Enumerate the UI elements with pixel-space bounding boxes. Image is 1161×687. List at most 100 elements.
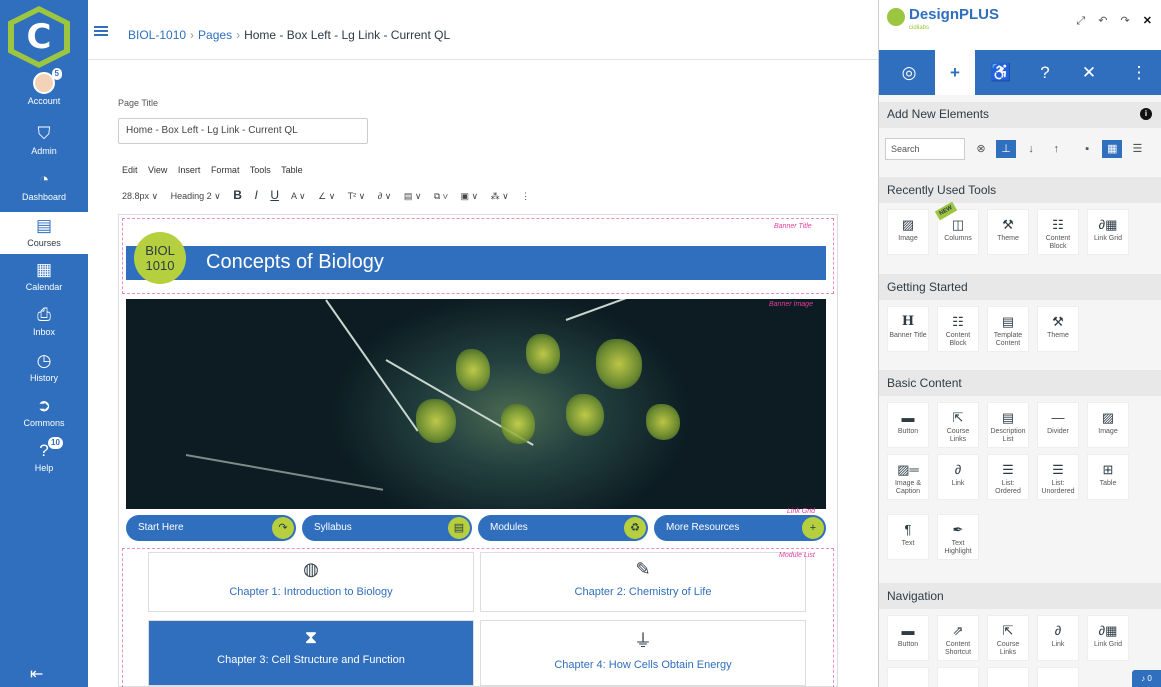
underline-button[interactable]: U — [270, 188, 279, 202]
menu-view[interactable]: View — [148, 165, 167, 175]
module-card[interactable]: ⏚ Chapter 4: How Cells Obtain Energy — [480, 620, 806, 686]
menu-insert[interactable]: Insert — [178, 165, 201, 175]
clear-search-icon[interactable]: ⊗ — [971, 140, 991, 158]
tool-divider[interactable]: — Divider — [1037, 402, 1079, 448]
menu-edit[interactable]: Edit — [122, 165, 138, 175]
tool-partial[interactable] — [1037, 667, 1079, 687]
tool-label: Image — [1098, 428, 1118, 435]
tool-partial[interactable] — [987, 667, 1029, 687]
menu-table[interactable]: Table — [281, 165, 303, 175]
text-color-button[interactable]: A ∨ — [291, 191, 306, 201]
tool-partial[interactable] — [887, 667, 929, 687]
tab-add-elements[interactable]: + — [935, 50, 975, 95]
module-card[interactable]: ✎ Chapter 2: Chemistry of Life — [480, 552, 806, 612]
tool-label: Course Links — [996, 641, 1020, 656]
undo-icon[interactable]: ↶ — [1098, 15, 1107, 27]
tool-text[interactable]: ¶ Text — [887, 514, 929, 560]
tool-theme[interactable]: ⚒ Theme — [1037, 306, 1079, 352]
breadcrumb-course-link[interactable]: BIOL-1010 — [128, 28, 186, 42]
link-more-resources[interactable]: More Resources + — [654, 515, 826, 541]
list-view-icon[interactable]: ☰ — [1127, 140, 1147, 158]
tool-table[interactable]: ⊞ Table — [1087, 454, 1129, 500]
nav-item-admin[interactable]: ⛉ Admin — [0, 124, 88, 156]
tool-text-highlight[interactable]: ✒ Text Highlight — [937, 514, 979, 560]
sort-asc-icon[interactable]: ↓ — [1021, 140, 1041, 158]
module-card[interactable]: ⧗ Chapter 3: Cell Structure and Function — [148, 620, 474, 686]
tool-description-list[interactable]: ▤ Description List — [987, 402, 1029, 448]
diatom-cell — [526, 334, 560, 374]
tool-link-grid[interactable]: ∂▦ Link Grid — [1087, 615, 1129, 661]
nav-item-help[interactable]: ? 10 Help — [0, 437, 88, 473]
tool-image[interactable]: ▨ Image — [1087, 402, 1129, 448]
font-size-select[interactable]: 28.8px ∨ — [122, 191, 158, 201]
nav-item-history[interactable]: ◷ History — [0, 351, 88, 383]
nav-label: Help — [34, 463, 54, 473]
nav-item-commons[interactable]: ➲ Commons — [0, 396, 88, 428]
editor-canvas[interactable]: Banner Title Concepts of Biology BIOL 10… — [118, 214, 838, 687]
collapse-nav-icon[interactable]: ⇤ — [30, 664, 43, 684]
link-start-here[interactable]: Start Here ↷ — [126, 515, 296, 541]
tool-content-block[interactable]: ☷ Content Block — [1037, 209, 1079, 255]
apps-button[interactable]: ⁂ ∨ — [491, 191, 509, 201]
tool-button[interactable]: ▬ Button — [887, 615, 929, 661]
tool-link-grid[interactable]: ∂▦ Link Grid — [1087, 209, 1129, 255]
tab-help[interactable]: ? — [1025, 50, 1065, 95]
canvas-logo[interactable]: C — [8, 6, 70, 68]
tab-more[interactable]: ⋮ — [1119, 50, 1159, 95]
nav-item-account[interactable]: 5 Account — [0, 68, 88, 106]
redo-icon[interactable]: ↷ — [1121, 15, 1130, 27]
more-button[interactable]: ⋮ — [521, 191, 530, 201]
menu-format[interactable]: Format — [211, 165, 240, 175]
large-grid-icon[interactable]: ▪ — [1077, 140, 1097, 158]
link-button[interactable]: ∂ ∨ — [378, 191, 392, 201]
elements-search-input[interactable]: Search — [885, 138, 965, 160]
tool-banner-title[interactable]: H Banner Title — [887, 306, 929, 352]
tool-content-shortcut[interactable]: ⇗ Content Shortcut — [937, 615, 979, 661]
info-icon[interactable]: i — [1140, 108, 1152, 120]
tool-label: List: Ordered — [995, 480, 1021, 495]
tool-list-unordered[interactable]: ☰ List: Unordered — [1037, 454, 1079, 500]
nav-item-dashboard[interactable]: ◔ Dashboard — [0, 170, 88, 202]
module-card[interactable]: ◍ Chapter 1: Introduction to Biology — [148, 552, 474, 612]
link-syllabus[interactable]: Syllabus ▤ — [302, 515, 472, 541]
tool-course-links[interactable]: ⇱ Course Links — [987, 615, 1029, 661]
breadcrumb-pages-link[interactable]: Pages — [198, 28, 232, 42]
close-icon[interactable]: ✕ — [1143, 15, 1152, 27]
expand-icon[interactable]: ⤢ — [1076, 15, 1085, 27]
tool-image[interactable]: ▨ Image — [887, 209, 929, 255]
nav-item-inbox[interactable]: ⎙ Inbox — [0, 305, 88, 337]
small-grid-icon[interactable]: ▦ — [1102, 140, 1123, 158]
tab-accessibility[interactable]: ♿ — [981, 50, 1021, 95]
superscript-button[interactable]: T² ∨ — [348, 191, 366, 201]
nav-item-courses[interactable]: ▤ Courses — [0, 212, 88, 254]
block-format-select[interactable]: Heading 2 ∨ — [171, 191, 221, 201]
tool-button[interactable]: ▬ Button — [887, 402, 929, 448]
nav-item-calendar[interactable]: ▦ Calendar — [0, 260, 88, 292]
image-button[interactable]: ▤ ∨ — [404, 191, 422, 201]
tool-link[interactable]: ∂ Link — [1037, 615, 1079, 661]
tool-partial[interactable] — [937, 667, 979, 687]
link-modules[interactable]: Modules ♻ — [478, 515, 648, 541]
tool-course-links[interactable]: ⇱ Course Links — [937, 402, 979, 448]
tab-settings[interactable]: ◎ — [889, 50, 929, 95]
document-button[interactable]: ▣ ∨ — [460, 191, 478, 201]
tool-label: Link Grid — [1093, 641, 1122, 648]
tool-image-caption[interactable]: ▨═ Image & Caption — [887, 454, 929, 500]
media-button[interactable]: ⧉ ∨ — [434, 191, 448, 201]
sitemap-view-icon[interactable]: ⊥ — [996, 140, 1017, 158]
page-title-input[interactable]: Home - Box Left - Lg Link - Current QL — [118, 118, 368, 144]
tool-list-ordered[interactable]: ☰ List: Ordered — [987, 454, 1029, 500]
tool-content-block[interactable]: ☷ Content Block — [937, 306, 979, 352]
bold-button[interactable]: B — [233, 188, 242, 202]
tool-template-content[interactable]: ▤ Template Content — [987, 306, 1029, 352]
sort-desc-icon[interactable]: ↑ — [1046, 140, 1066, 158]
tab-tools[interactable]: ✕ — [1069, 50, 1109, 95]
tool-theme[interactable]: ⚒ Theme — [987, 209, 1029, 255]
tool-columns[interactable]: NEW ◫ Columns — [934, 201, 979, 255]
notification-button[interactable]: ♪ 0 — [1132, 670, 1161, 687]
menu-tools[interactable]: Tools — [250, 165, 271, 175]
italic-button[interactable]: I — [254, 188, 257, 202]
highlight-button[interactable]: ∠ ∨ — [318, 191, 335, 201]
tool-link[interactable]: ∂ Link — [937, 454, 979, 500]
hamburger-menu-icon[interactable] — [94, 26, 108, 36]
